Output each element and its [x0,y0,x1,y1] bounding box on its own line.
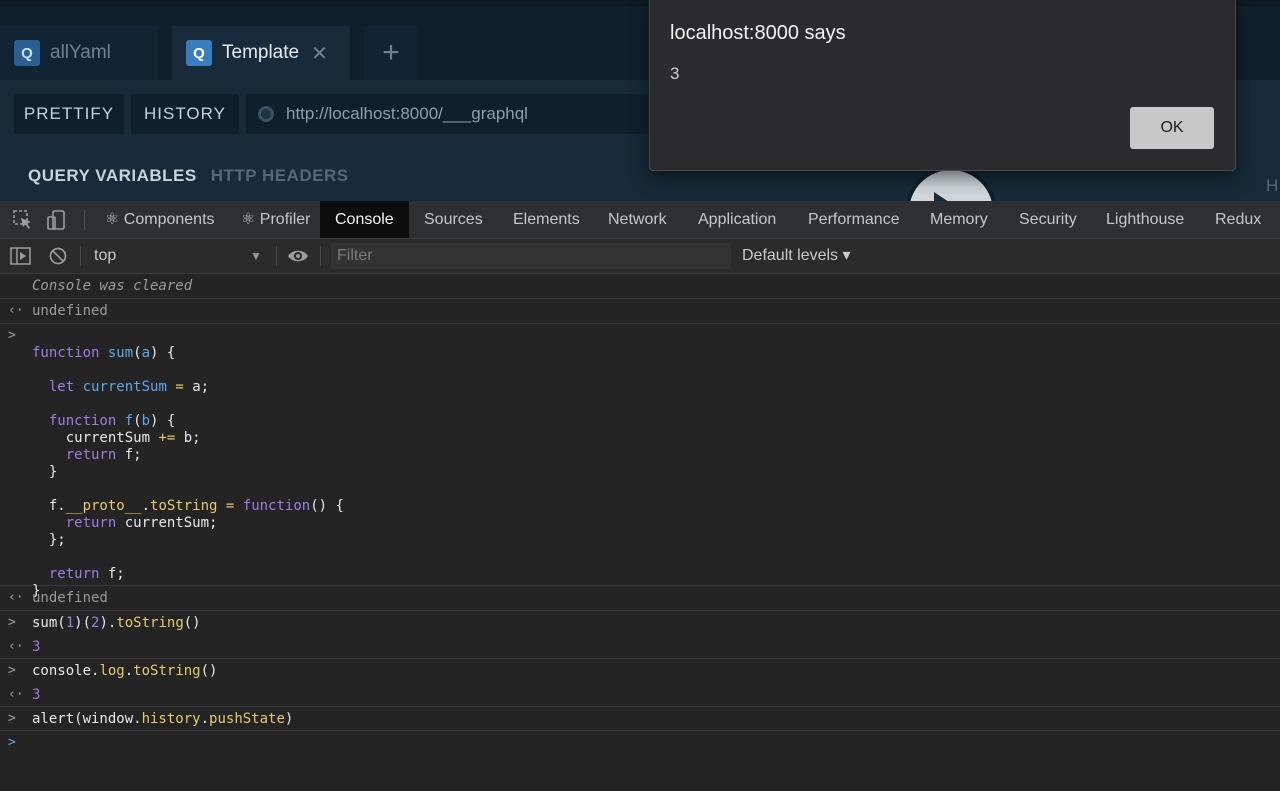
command-text: console.log.toString() [32,663,218,679]
endpoint-url: http://localhost:8000/___graphql [286,104,528,123]
input-prompt-icon: > [8,663,16,678]
console-message: Console was cleared [0,274,1280,299]
code-line: f.__proto__.toString = function() { [32,498,344,514]
tab-application[interactable]: Application [683,201,791,238]
console-cleared-text: Console was cleared [32,278,193,294]
console-output: Console was cleared ‹· undefined > funct… [0,274,1280,791]
console-input-entry: > function sum(a) { let currentSum = a; … [0,324,1280,599]
result-arrow-icon: ‹· [8,590,24,605]
tab-console[interactable]: Console [320,201,409,238]
code-line: currentSum += b; [32,430,201,446]
command-text: alert(window.history.pushState) [32,711,294,727]
play-icon [934,192,952,201]
tab-label: Template [222,42,300,63]
variables-tabs: QUERY VARIABLES HTTP HEADERS [28,166,349,186]
active-prompt-icon: > [8,735,16,750]
input-prompt-icon: > [8,711,16,726]
console-result: ‹· undefined [0,299,1280,324]
filter-input[interactable]: Filter [331,243,731,269]
alert-dialog: localhost:8000 says 3 OK [649,0,1236,171]
tab-lighthouse[interactable]: Lighthouse [1091,201,1199,238]
connection-status-icon [258,106,274,122]
context-selector[interactable]: top [94,239,116,273]
ok-button[interactable]: OK [1130,107,1214,149]
close-icon[interactable]: ✕ [311,41,328,66]
result-arrow-icon: ‹· [8,639,24,654]
query-icon: Q [186,40,212,66]
inspect-element-icon[interactable] [12,209,34,231]
result-arrow-icon: ‹· [8,687,24,702]
tab-components[interactable]: ⚛ Components [90,201,230,238]
alert-title: localhost:8000 says [670,22,846,44]
right-panel-label: H [1266,176,1279,195]
tab-allyaml[interactable]: Q allYaml [0,26,158,80]
chevron-down-icon: ▼ [250,249,262,263]
tab-network[interactable]: Network [593,201,682,238]
result-arrow-icon: ‹· [8,303,24,318]
code-line: let currentSum = a; [48,379,210,395]
result-value: 3 [32,639,41,655]
code-block: function sum(a) { let currentSum = a; fu… [32,328,344,600]
toolbar-divider [80,246,81,266]
tab-label: allYaml [50,42,111,63]
console-input-entry: > alert(window.history.pushState) [0,707,1280,731]
console-result: ‹· undefined [0,586,1280,611]
toolbar-divider [84,210,85,230]
code-line: }; [32,532,66,548]
code-line: } [32,464,58,480]
tab-redux[interactable]: Redux [1200,201,1276,238]
input-prompt-icon: > [8,615,16,630]
tab-memory[interactable]: Memory [915,201,1003,238]
result-value: undefined [32,590,108,606]
log-levels-dropdown[interactable]: Default levels ▾ [742,239,851,273]
sidebar-toggle-icon[interactable] [10,246,32,266]
prettify-button[interactable]: PRETTIFY [14,94,124,134]
tab-elements[interactable]: Elements [498,201,595,238]
console-input-entry: > sum(1)(2).toString() ‹· 3 [0,611,1280,659]
tab-query-variables[interactable]: QUERY VARIABLES [28,166,197,186]
tab-sources[interactable]: Sources [409,201,498,238]
console-toolbar: top ▼ Filter Default levels ▾ [0,239,1280,274]
code-line: return f; [48,566,125,582]
history-button[interactable]: HISTORY [131,94,239,134]
command-text: sum(1)(2).toString() [32,615,201,631]
result-value: undefined [32,303,108,319]
console-prompt[interactable]: > [0,731,1280,791]
tab-template[interactable]: Q Template ✕ [172,26,350,80]
code-line: return currentSum; [65,515,218,531]
result-value: 3 [32,687,41,703]
endpoint-url-bar[interactable]: http://localhost:8000/___graphql [246,94,666,134]
query-icon: Q [14,40,40,66]
devtools-tab-bar: ⚛ Components ⚛ Profiler Console Sources … [0,201,1280,239]
eye-icon[interactable] [287,246,309,266]
alert-message: 3 [670,64,680,83]
code-line: function f(b) { [48,413,176,429]
toolbar-divider [276,246,277,266]
tab-profiler[interactable]: ⚛ Profiler [226,201,325,238]
toolbar-divider [320,246,321,266]
add-tab-button[interactable]: + [364,26,418,80]
tab-http-headers[interactable]: HTTP HEADERS [211,166,349,186]
code-line: function sum(a) { [32,345,176,361]
device-toolbar-icon[interactable] [46,209,68,231]
tab-security[interactable]: Security [1004,201,1092,238]
input-prompt-icon: > [8,328,16,343]
code-line: return f; [65,447,142,463]
clear-console-icon[interactable] [48,246,68,266]
console-input-entry: > console.log.toString() ‹· 3 [0,659,1280,707]
tab-performance[interactable]: Performance [793,201,915,238]
